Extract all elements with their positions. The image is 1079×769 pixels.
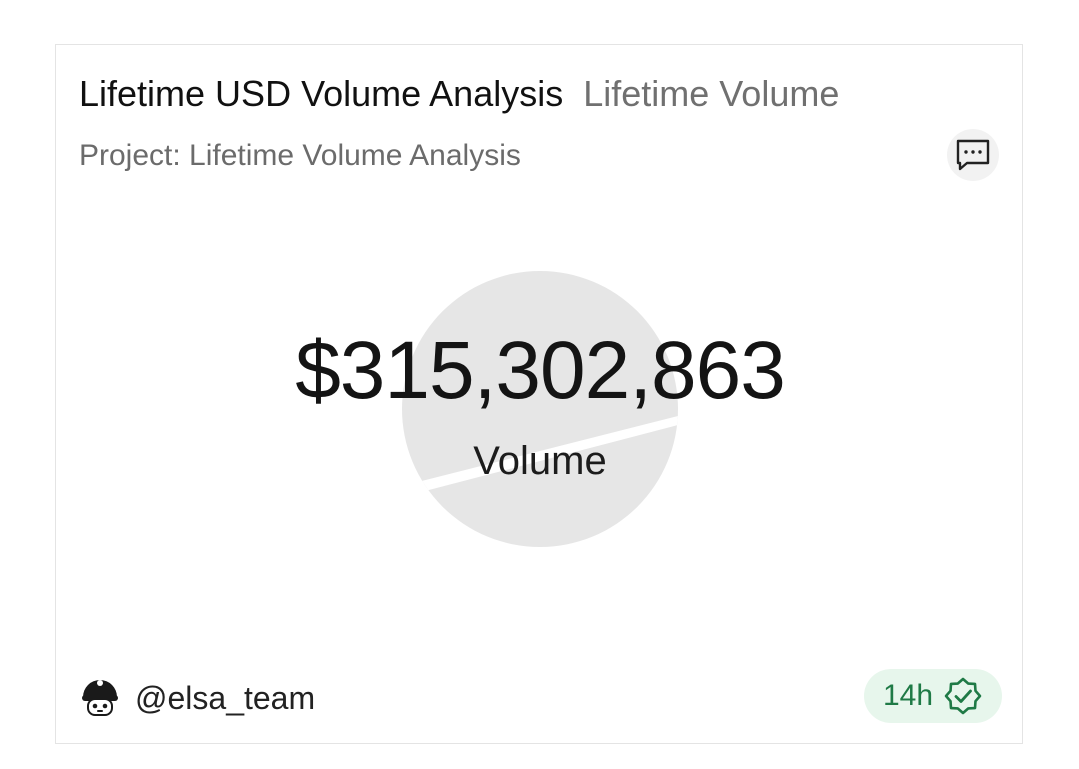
volume-card: Lifetime USD Volume Analysis Lifetime Vol… bbox=[55, 44, 1023, 744]
robot-avatar-icon bbox=[80, 678, 120, 718]
metric-value: $315,302,863 bbox=[295, 325, 786, 416]
author-handle: @elsa_team bbox=[135, 679, 316, 716]
comment-icon bbox=[956, 139, 990, 171]
author-link[interactable]: @elsa_team bbox=[79, 677, 315, 719]
verified-badge-icon bbox=[944, 677, 982, 715]
age-badge: 14h bbox=[864, 669, 1002, 723]
comment-button[interactable] bbox=[947, 129, 999, 181]
project-label: Project: Lifetime Volume Analysis bbox=[79, 139, 521, 172]
card-subtitle: Lifetime Volume bbox=[583, 73, 840, 114]
card-title: Lifetime USD Volume Analysis bbox=[79, 73, 564, 114]
age-text: 14h bbox=[882, 679, 934, 712]
metric-label: Volume bbox=[473, 439, 607, 483]
card-header: Lifetime USD Volume Analysis Lifetime Vol… bbox=[79, 73, 839, 115]
